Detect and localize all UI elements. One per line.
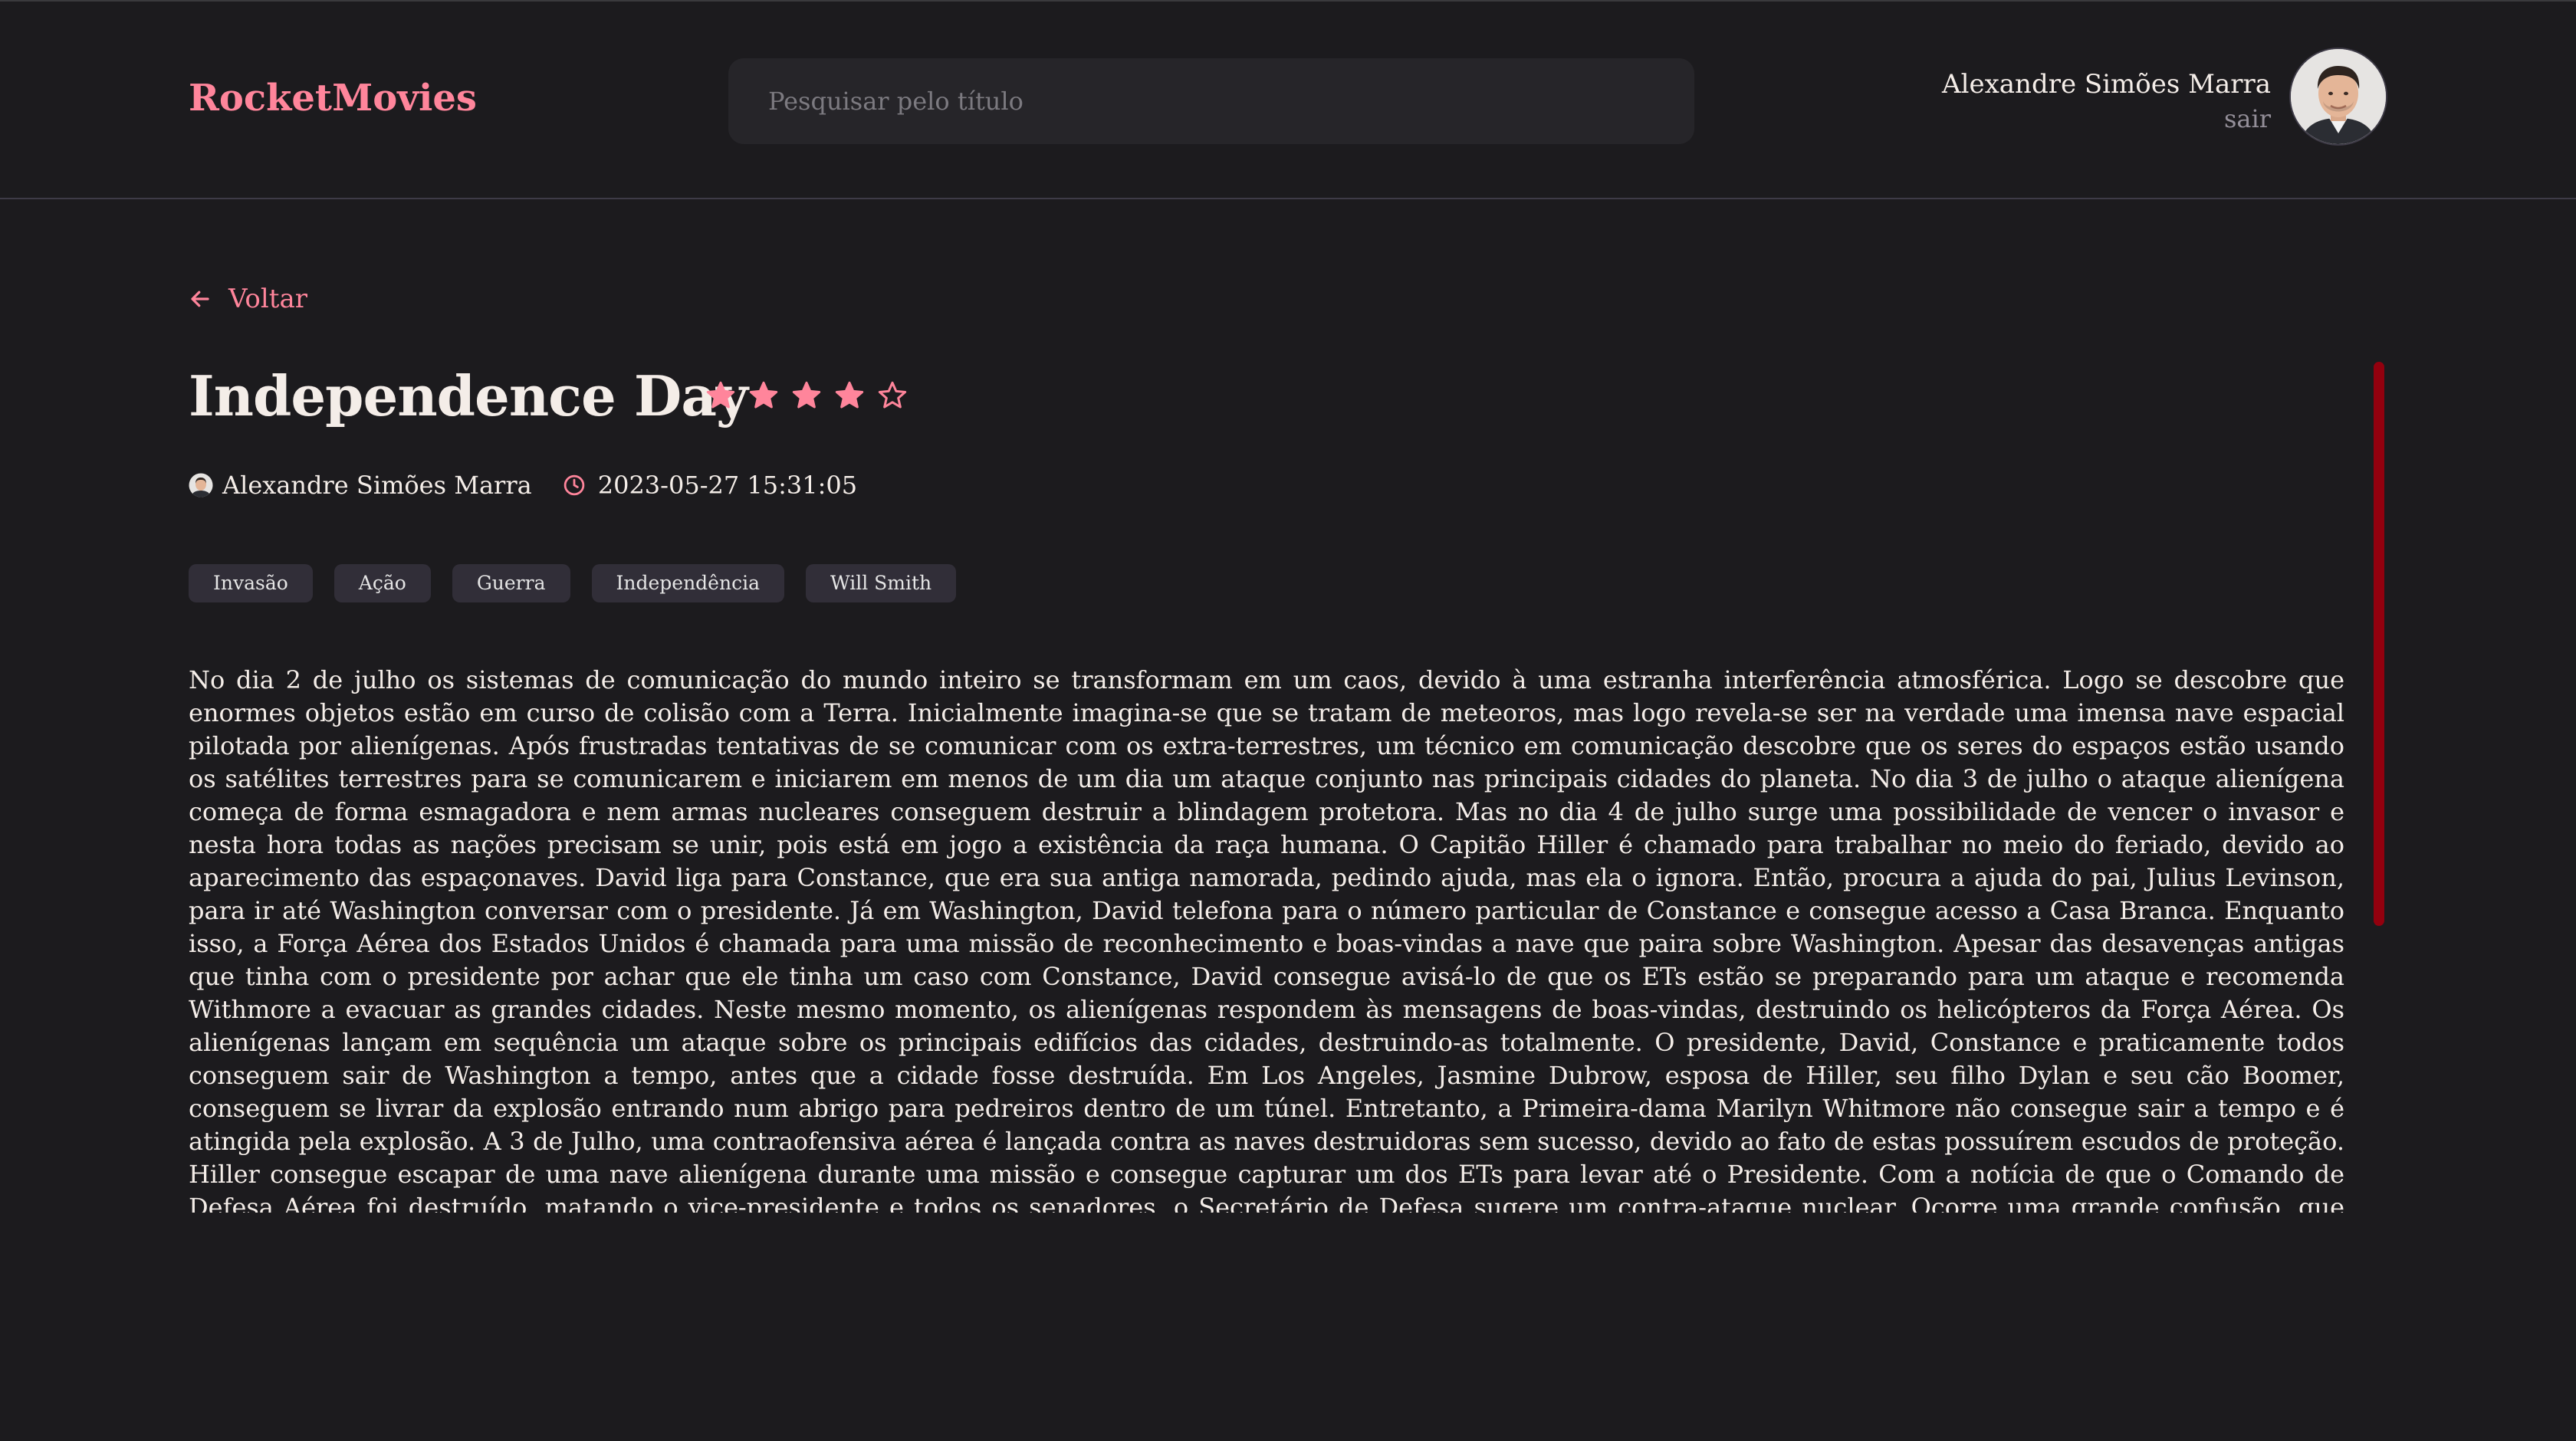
- star-filled-icon: [835, 381, 864, 409]
- movie-description: No dia 2 de julho os sistemas de comunic…: [189, 665, 2344, 1213]
- scrollbar-thumb[interactable]: [2374, 362, 2384, 926]
- author-avatar: [189, 473, 213, 497]
- user-avatar[interactable]: [2289, 48, 2387, 146]
- arrow-left-icon: [191, 290, 209, 307]
- tag-item: Ação: [334, 564, 431, 602]
- tag-item: Invasão: [189, 564, 313, 602]
- back-button[interactable]: Voltar: [189, 284, 307, 314]
- created-at: 2023-05-27 15:31:05: [597, 471, 858, 500]
- back-label: Voltar: [228, 284, 307, 314]
- star-filled-icon: [749, 381, 778, 409]
- app-header: RocketMovies Alexandre Simões Marra sair: [0, 0, 2576, 199]
- clock-icon: [564, 474, 584, 496]
- tag-list: Invasão Ação Guerra Independência Will Smith: [189, 564, 957, 602]
- movie-title: Independence Day: [189, 363, 748, 428]
- tag-item: Guerra: [452, 564, 570, 602]
- star-filled-icon: [792, 381, 821, 409]
- tag-item: Independência: [591, 564, 784, 602]
- profile-name: Alexandre Simões Marra: [1942, 69, 2271, 100]
- app-logo[interactable]: RocketMovies: [189, 77, 477, 120]
- rating-stars: [705, 380, 908, 411]
- star-filled-icon: [706, 381, 735, 409]
- movie-meta: Alexandre Simões Marra 2023-05-27 15:31:…: [189, 471, 857, 500]
- star-outline-icon: [878, 381, 907, 409]
- logout-link[interactable]: sair: [2224, 104, 2271, 133]
- search-input[interactable]: [728, 58, 1694, 144]
- author-name: Alexandre Simões Marra: [222, 471, 532, 500]
- tag-item: Will Smith: [805, 564, 957, 602]
